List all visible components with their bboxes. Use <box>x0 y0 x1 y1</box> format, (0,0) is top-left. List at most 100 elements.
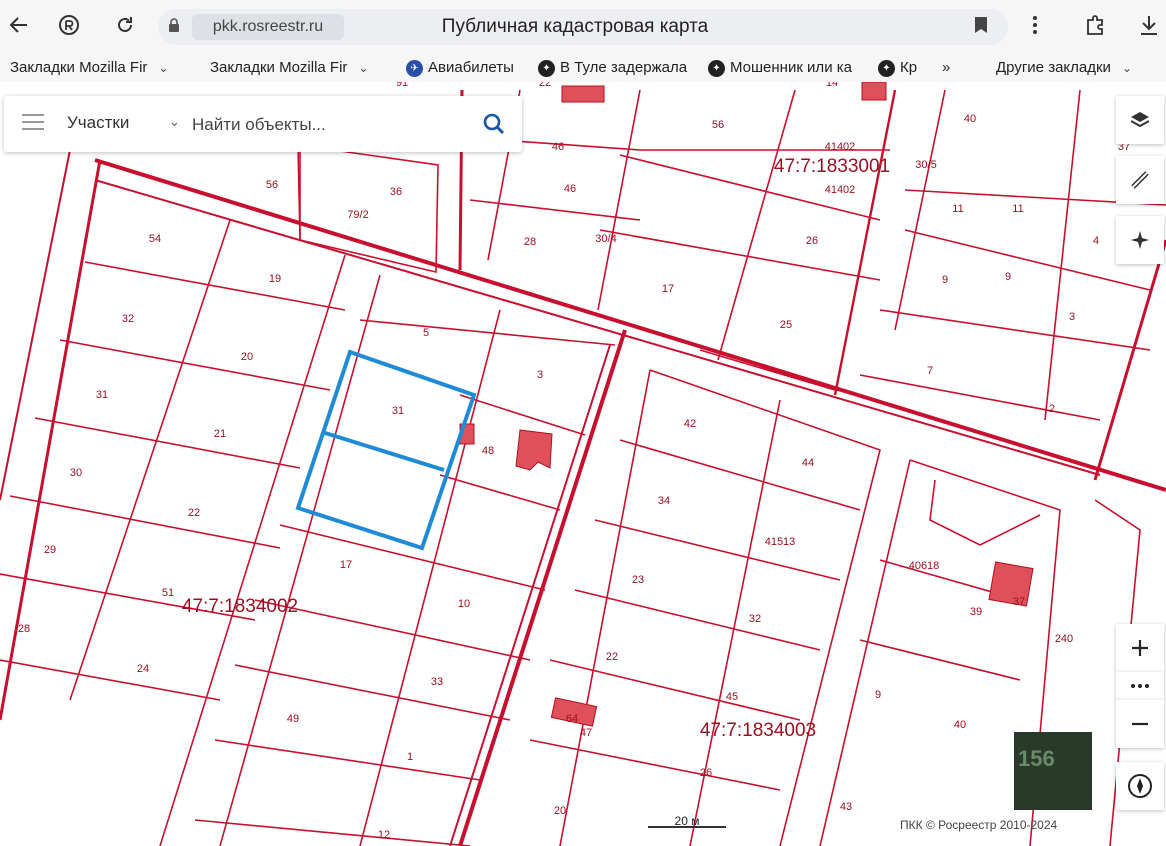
news-icon: ✦ <box>878 59 895 77</box>
plot-number: 22 <box>539 82 551 89</box>
plot-number: 14 <box>826 82 838 89</box>
layers-icon <box>1130 112 1150 128</box>
plot-number: 1 <box>407 751 413 763</box>
plot-number: 9 <box>875 689 881 701</box>
plot-number: 24 <box>137 663 149 675</box>
plot-number: 31 <box>96 389 108 401</box>
news-icon: ✦ <box>538 59 555 77</box>
bookmark-folder-2[interactable]: Закладки Mozilla Fir ⌄ <box>210 57 390 79</box>
sparkle-icon <box>1131 231 1149 249</box>
extensions-icon[interactable] <box>1078 8 1112 42</box>
plot-number: 10 <box>458 598 470 610</box>
browser-toolbar: pkk.rosreestr.ru Публичная кадастровая к… <box>0 0 1166 52</box>
plot-number: 49 <box>287 713 299 725</box>
minimap-thumbnail[interactable]: 156 <box>1014 732 1092 810</box>
plot-number: 41513 <box>765 536 796 548</box>
plot-number: 240 <box>1055 633 1073 645</box>
plot-number: 56 <box>266 179 278 191</box>
plot-number: 9 <box>1005 271 1011 283</box>
plot-number: 37 <box>1013 596 1025 608</box>
parcel-layer[interactable]: 22 1491403746564140246 41402563679/228 30/4… <box>0 82 1166 846</box>
plot-number: 17 <box>340 559 352 571</box>
dots-icon <box>1131 684 1149 688</box>
plot-number: 28 <box>18 623 30 635</box>
page-title: Публичная кадастровая карта <box>441 16 709 37</box>
plot-number: 43 <box>840 801 852 813</box>
plot-number: 30/5 <box>915 159 936 171</box>
location-button[interactable] <box>1116 216 1164 264</box>
plot-number: 3 <box>1069 311 1075 323</box>
other-bookmarks[interactable]: Другие закладки ⌄ <box>996 57 1156 79</box>
ruler-button[interactable] <box>1116 156 1164 204</box>
zoom-out-button[interactable] <box>1116 700 1164 748</box>
plot-number: 4 <box>1093 235 1099 247</box>
bookmark-news-3[interactable]: ✦ Кр <box>878 57 928 79</box>
plot-number: 32 <box>122 313 134 325</box>
plot-number: 20 <box>554 805 566 817</box>
selected-parcel[interactable] <box>295 349 477 551</box>
plot-number: 30 <box>70 467 82 479</box>
search-panel: Участки ⌄ <box>4 96 522 152</box>
zoom-in-button[interactable] <box>1116 624 1164 672</box>
layers-button[interactable] <box>1116 96 1164 144</box>
plot-number: 17 <box>662 283 674 295</box>
zoom-more-button[interactable] <box>1116 672 1164 700</box>
plot-number: 29 <box>44 544 56 556</box>
bookmark-folder-1[interactable]: Закладки Mozilla Fir ⌄ <box>10 57 190 79</box>
bookmark-icon[interactable] <box>964 8 998 42</box>
plot-number: 26 <box>806 235 818 247</box>
cadastral-block-label: 47:7:1833001 <box>774 156 890 177</box>
avia-icon: ✈ <box>406 59 423 77</box>
download-icon[interactable] <box>1132 8 1166 42</box>
back-icon[interactable] <box>2 8 36 42</box>
cadastral-map[interactable]: 22 14 91 40 37 46 56 41402 46 41402 56 36 79/2 28 30/4… <box>0 82 1166 846</box>
plus-icon <box>1132 640 1148 656</box>
compass-button[interactable] <box>1116 762 1164 810</box>
plot-number: 22 <box>188 507 200 519</box>
search-input[interactable] <box>190 108 464 142</box>
plot-number: 5 <box>423 327 429 339</box>
news-icon: ✦ <box>708 59 725 77</box>
plot-number: 39 <box>970 606 982 618</box>
plot-number: 41402 <box>825 184 856 196</box>
ruler-icon <box>1131 171 1149 189</box>
more-bookmarks-button[interactable]: » <box>942 57 962 79</box>
bookmark-news-1[interactable]: ✦ В Туле задержала <box>538 57 696 79</box>
plot-number: 30/4 <box>595 233 616 245</box>
plot-number: 11 <box>1012 203 1023 215</box>
chevron-down-icon[interactable]: ⌄ <box>169 114 180 130</box>
menu-dots-icon[interactable] <box>1018 8 1052 42</box>
plot-number: 31 <box>392 405 404 417</box>
plot-number: 42 <box>684 418 696 430</box>
plot-number: 3 <box>537 369 543 381</box>
plot-number: 11 <box>952 203 963 215</box>
bookmark-news-2[interactable]: ✦ Мошенник или ка <box>708 57 866 79</box>
plot-number: 46 <box>552 141 564 153</box>
plot-number: 32 <box>749 613 761 625</box>
lock-icon <box>169 18 179 32</box>
plot-number: 22 <box>606 651 618 663</box>
bookmark-avia[interactable]: ✈ Авиабилеты <box>406 57 530 79</box>
copyright-text: ПКК © Росреестр 2010-2024 <box>900 818 1058 832</box>
plot-number: 40618 <box>909 560 940 572</box>
search-icon[interactable] <box>482 112 506 136</box>
plot-number: 12 <box>378 829 390 841</box>
layer-select[interactable]: Участки <box>67 113 129 133</box>
plot-number: 19 <box>269 273 281 285</box>
plot-number: 54 <box>149 233 161 245</box>
plot-number: 47 <box>580 727 592 739</box>
url-text[interactable]: pkk.rosreestr.ru <box>192 14 344 40</box>
reload-icon[interactable] <box>108 8 142 42</box>
plot-number: 44 <box>802 457 814 469</box>
plot-number: 51 <box>162 587 174 599</box>
cadastral-block-label: 47:7:1834002 <box>182 596 298 617</box>
plot-number-labels: 22 1491403746564140246 41402563679/228 30/4… <box>18 82 1130 841</box>
plot-number: 23 <box>632 574 644 586</box>
plot-number: 25 <box>780 319 792 331</box>
plot-number: 45 <box>726 691 738 703</box>
plot-number: 21 <box>214 428 226 440</box>
hamburger-icon[interactable] <box>22 114 44 132</box>
plot-number: 41402 <box>825 141 856 153</box>
plot-number: 9 <box>942 274 948 286</box>
yandex-protect-icon[interactable] <box>52 8 86 42</box>
